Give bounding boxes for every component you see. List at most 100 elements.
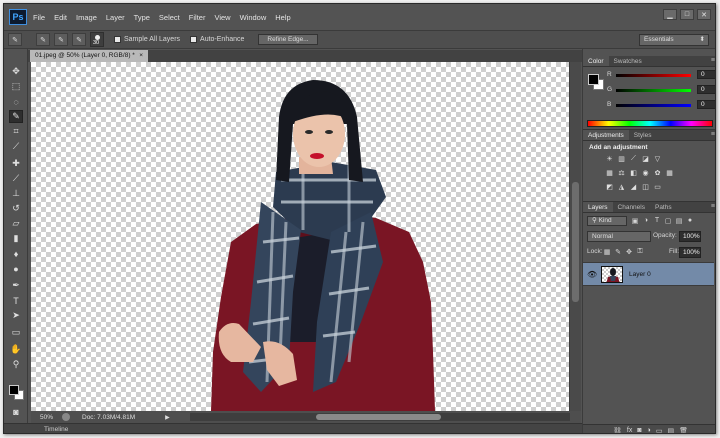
black-white-icon[interactable]: ◧	[629, 168, 638, 177]
workspace-select[interactable]: Essentials ⬍	[639, 34, 709, 46]
pen-tool-icon[interactable]: ✒	[9, 279, 23, 292]
shape-layer-filter-icon[interactable]: ▢	[664, 216, 672, 225]
status-info-icon[interactable]	[62, 413, 70, 421]
color-spectrum-ramp[interactable]	[587, 120, 713, 127]
crop-tool-icon[interactable]: ⌗	[9, 125, 23, 138]
horizontal-scroll-thumb[interactable]	[316, 414, 441, 420]
timeline-label[interactable]: Timeline	[44, 426, 68, 433]
invert-icon[interactable]: ◩	[605, 182, 614, 191]
delete-layer-icon[interactable]: 🗑	[679, 427, 688, 434]
selective-color-icon[interactable]: ◫	[641, 182, 650, 191]
blur-tool-icon[interactable]: ♦	[9, 247, 23, 260]
subtract-from-selection-icon[interactable]: ✎	[72, 33, 86, 46]
panel-menu-icon[interactable]: ≡	[711, 131, 715, 138]
menu-file[interactable]: File	[33, 13, 45, 22]
new-group-icon[interactable]: ▭	[656, 427, 663, 434]
photo-filter-icon[interactable]: ◉	[641, 168, 650, 177]
curves-icon[interactable]: ⟋	[629, 154, 638, 163]
menu-window[interactable]: Window	[240, 13, 267, 22]
tab-layers[interactable]: Layers	[583, 202, 613, 212]
vertical-scroll-thumb[interactable]	[572, 182, 579, 302]
tab-paths[interactable]: Paths	[650, 202, 677, 212]
status-menu-arrow-icon[interactable]: ▶	[165, 414, 170, 421]
vibrance-icon[interactable]: ▽	[653, 154, 662, 163]
tool-preset-picker-icon[interactable]: ✎	[8, 33, 22, 46]
new-selection-icon[interactable]: ✎	[36, 33, 50, 46]
slider-track[interactable]	[616, 74, 691, 77]
new-layer-icon[interactable]: ▤	[667, 427, 674, 434]
slider-track[interactable]	[616, 89, 691, 92]
menu-layer[interactable]: Layer	[106, 13, 125, 22]
fill-input[interactable]: 100%	[679, 247, 701, 258]
brush-tool-icon[interactable]: ⟋	[9, 172, 23, 185]
filter-toggle-icon[interactable]: ●	[686, 216, 694, 225]
tab-styles[interactable]: Styles	[629, 130, 657, 140]
posterize-icon[interactable]: ◮	[617, 182, 626, 191]
color-balance-icon[interactable]: ⚖	[617, 168, 626, 177]
healing-brush-tool-icon[interactable]: ✚	[9, 157, 23, 170]
lock-image-pixels-icon[interactable]: ✎	[614, 247, 622, 256]
layer-style-icon[interactable]: fx	[627, 427, 632, 433]
zoom-tool-icon[interactable]: ⚲	[9, 358, 23, 371]
gradient-map-icon[interactable]: ▭	[653, 182, 662, 191]
vertical-scrollbar[interactable]	[569, 62, 581, 411]
rectangle-tool-icon[interactable]: ▭	[9, 326, 23, 339]
tab-adjustments[interactable]: Adjustments	[583, 130, 629, 140]
hue-saturation-icon[interactable]: ▦	[605, 168, 614, 177]
menu-image[interactable]: Image	[76, 13, 97, 22]
brush-size-picker[interactable]: 30	[90, 32, 104, 47]
channel-value[interactable]: 0	[697, 70, 715, 79]
hand-tool-icon[interactable]: ✋	[9, 343, 23, 356]
marquee-tool-icon[interactable]: ⬚	[9, 80, 23, 93]
close-button[interactable]: ✕	[697, 9, 711, 20]
tab-channels[interactable]: Channels	[613, 202, 650, 212]
foreground-color-swatch[interactable]	[9, 385, 19, 395]
path-selection-tool-icon[interactable]: ➤	[9, 309, 23, 322]
threshold-icon[interactable]: ◢	[629, 182, 638, 191]
menu-view[interactable]: View	[214, 13, 230, 22]
slider-track[interactable]	[616, 104, 691, 107]
timeline-panel-bar[interactable]: Timeline	[4, 423, 582, 433]
levels-icon[interactable]: ▥	[617, 154, 626, 163]
history-brush-tool-icon[interactable]: ↺	[9, 202, 23, 215]
menu-help[interactable]: Help	[275, 13, 290, 22]
move-tool-icon[interactable]: ✥	[9, 65, 23, 78]
eyedropper-tool-icon[interactable]: ⟋	[9, 140, 23, 153]
green-channel-slider[interactable]: G 0	[607, 85, 715, 97]
tab-color[interactable]: Color	[583, 56, 609, 66]
link-layers-icon[interactable]: ⛓	[613, 427, 622, 434]
type-tool-icon[interactable]: T	[9, 294, 23, 307]
menu-filter[interactable]: Filter	[189, 13, 206, 22]
close-icon[interactable]: ×	[139, 50, 143, 62]
layer-row[interactable]: 👁 Layer 0	[583, 262, 714, 286]
blend-mode-select[interactable]: Normal	[587, 231, 651, 242]
panel-menu-icon[interactable]: ≡	[711, 57, 715, 64]
channel-value[interactable]: 0	[697, 85, 715, 94]
blue-channel-slider[interactable]: B 0	[607, 100, 715, 112]
exposure-icon[interactable]: ◪	[641, 154, 650, 163]
lock-all-icon[interactable]: ⚿	[636, 247, 644, 256]
opacity-input[interactable]: 100%	[679, 231, 701, 242]
foreground-color-swatch[interactable]	[588, 74, 599, 85]
menu-edit[interactable]: Edit	[54, 13, 67, 22]
add-mask-icon[interactable]: ◙	[637, 427, 641, 433]
document-tab[interactable]: 01.jpeg @ 50% (Layer 0, RGB/8) * ×	[30, 50, 148, 62]
zoom-level[interactable]: 50%	[40, 414, 62, 421]
gradient-tool-icon[interactable]: ▮	[9, 232, 23, 245]
lock-position-icon[interactable]: ✥	[625, 247, 633, 256]
color-lookup-icon[interactable]: ▦	[665, 168, 674, 177]
add-to-selection-icon[interactable]: ✎	[54, 33, 68, 46]
adjustment-layer-filter-icon[interactable]: ◑	[642, 216, 650, 225]
menu-select[interactable]: Select	[159, 13, 180, 22]
quick-mask-icon[interactable]: ◙	[9, 405, 23, 418]
minimize-button[interactable]: ▁	[663, 9, 677, 20]
menu-type[interactable]: Type	[134, 13, 150, 22]
horizontal-scrollbar[interactable]	[190, 413, 570, 421]
tab-swatches[interactable]: Swatches	[609, 56, 647, 66]
panel-menu-icon[interactable]: ≡	[711, 203, 715, 210]
kind-filter-select[interactable]: ⚲ Kind	[587, 216, 627, 226]
maximize-button[interactable]: □	[680, 9, 694, 20]
visibility-eye-icon[interactable]: 👁	[587, 270, 597, 279]
pixel-layer-filter-icon[interactable]: ▣	[631, 216, 639, 225]
lasso-tool-icon[interactable]: ◌	[9, 95, 23, 108]
